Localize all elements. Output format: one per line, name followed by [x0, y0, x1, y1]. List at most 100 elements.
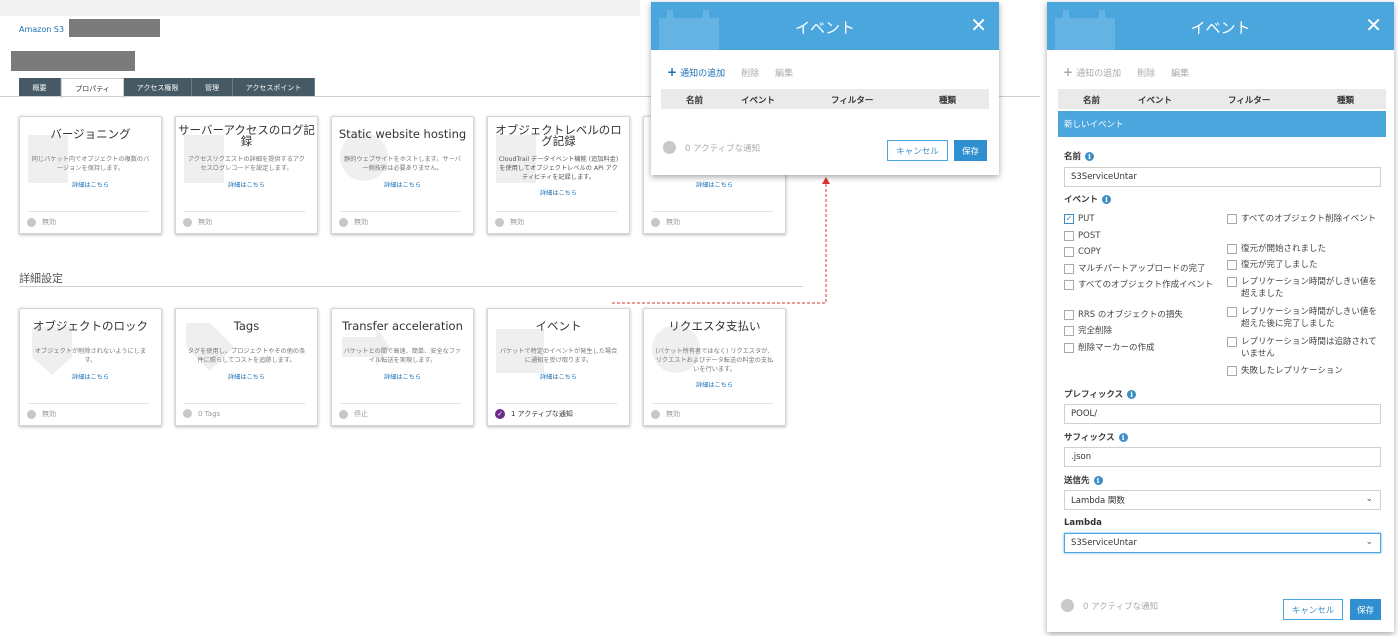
prefix-label: プレフィックス i	[1064, 388, 1137, 400]
save-button[interactable]: 保存	[954, 140, 987, 161]
event-checkbox-replication-not-tracked[interactable]: レプリケーション時間は追跡されていません	[1227, 336, 1380, 360]
column-filter: フィルター	[1228, 96, 1271, 106]
suffix-label: サフィックス i	[1064, 431, 1128, 443]
checkbox-label: POST	[1078, 231, 1101, 241]
lambda-label-text: Lambda	[1064, 518, 1102, 528]
status-dot-icon	[663, 141, 676, 154]
modal-header: イベント ✕	[1047, 2, 1394, 50]
checkbox-icon	[1064, 280, 1074, 290]
name-label: 名前 i	[1064, 150, 1095, 162]
checkbox-icon	[1064, 343, 1074, 353]
events-label: イベント i	[1064, 193, 1112, 205]
event-checkbox-post[interactable]: POST	[1064, 230, 1214, 242]
event-checkbox-restore-completed[interactable]: 復元が完了しました	[1227, 259, 1380, 271]
column-name: 名前	[686, 96, 704, 106]
destination-label-text: 送信先	[1064, 476, 1090, 486]
checkbox-label: すべてのオブジェクト削除イベント	[1241, 214, 1377, 224]
info-icon[interactable]: i	[1118, 432, 1128, 442]
event-checkbox-rrs-lost[interactable]: RRS のオブジェクトの損失	[1064, 309, 1214, 321]
add-notification-label: 通知の追加	[1076, 68, 1122, 79]
event-checkbox-permanent-delete[interactable]: 完全削除	[1064, 325, 1214, 337]
edit-button[interactable]: 編集	[1171, 66, 1189, 79]
checkbox-checked-icon: ✓	[1064, 214, 1074, 224]
plus-icon: +	[667, 65, 678, 79]
modal-toolbar: + 通知の追加 削除 編集	[1063, 65, 1189, 79]
checkbox-label: 失敗したレプリケーション	[1241, 366, 1343, 376]
event-checkbox-put[interactable]: ✓ PUT	[1064, 213, 1214, 225]
notifications-table-header: 名前 イベント フィルター 種類	[1058, 89, 1386, 109]
active-notifications: 0 アクティブな通知	[1061, 599, 1158, 612]
checkbox-label: 復元が完了しました	[1241, 260, 1318, 270]
event-checkbox-replication-threshold-exceeded[interactable]: レプリケーション時間がしきい値を超えました	[1227, 276, 1380, 300]
checkbox-label: レプリケーション時間は追跡されていません	[1241, 337, 1377, 359]
active-notifications-text: 0 アクティブな通知	[1083, 601, 1159, 612]
event-checkbox-copy[interactable]: COPY	[1064, 246, 1214, 258]
column-event: イベント	[1138, 96, 1173, 106]
modal-title: イベント	[794, 19, 855, 37]
checkbox-icon	[1227, 244, 1237, 254]
checkbox-icon	[1227, 366, 1237, 376]
lambda-select-value: S3ServiceUntar	[1071, 538, 1137, 548]
checkbox-icon	[1064, 264, 1074, 274]
checkbox-icon	[1064, 247, 1074, 257]
edit-button[interactable]: 編集	[775, 66, 793, 79]
checkbox-label: 復元が開始されました	[1241, 244, 1327, 254]
events-label-text: イベント	[1064, 195, 1099, 205]
delete-button[interactable]: 削除	[1137, 66, 1155, 79]
notifications-table-header: 名前 イベント フィルター 種類	[661, 89, 989, 109]
checkbox-icon	[1064, 310, 1074, 320]
info-icon[interactable]: i	[1102, 194, 1112, 204]
event-checkbox-replication-failed[interactable]: 失敗したレプリケーション	[1227, 365, 1380, 377]
delete-button[interactable]: 削除	[741, 66, 759, 79]
event-checkbox-all-delete[interactable]: すべてのオブジェクト削除イベント	[1227, 213, 1380, 225]
plus-icon: +	[1063, 65, 1074, 79]
suffix-field[interactable]: .json	[1064, 447, 1381, 467]
save-button[interactable]: 保存	[1350, 599, 1381, 620]
add-notification-label: 通知の追加	[680, 68, 726, 79]
checkbox-icon	[1064, 326, 1074, 336]
chevron-down-icon: ⌄	[1365, 494, 1373, 504]
status-dot-icon	[1061, 599, 1074, 612]
add-notification-button[interactable]: + 通知の追加	[667, 65, 725, 79]
checkbox-label: レプリケーション時間がしきい値を超えた後に完了しました	[1241, 307, 1377, 329]
active-notifications-text: 0 アクティブな通知	[685, 143, 761, 154]
column-event: イベント	[741, 96, 776, 106]
cancel-button[interactable]: キャンセル	[887, 140, 948, 161]
destination-select[interactable]: Lambda 関数 ⌄	[1064, 490, 1381, 510]
checkbox-label: すべてのオブジェクト作成イベント	[1078, 280, 1214, 290]
event-checkbox-delete-marker[interactable]: 削除マーカーの作成	[1064, 342, 1214, 354]
info-icon[interactable]: i	[1093, 475, 1103, 485]
event-checkbox-replication-completed-after-threshold[interactable]: レプリケーション時間がしきい値を超えた後に完了しました	[1227, 306, 1380, 330]
prefix-label-text: プレフィックス	[1064, 390, 1124, 400]
column-filter: フィルター	[831, 96, 874, 106]
checkbox-label: レプリケーション時間がしきい値を超えました	[1241, 277, 1377, 299]
event-checkbox-all-create[interactable]: すべてのオブジェクト作成イベント	[1064, 279, 1216, 291]
close-icon[interactable]: ✕	[970, 15, 987, 35]
cancel-button[interactable]: キャンセル	[1283, 599, 1343, 620]
column-name: 名前	[1083, 96, 1101, 106]
event-checkbox-multipart-complete[interactable]: マルチパートアップロードの完了	[1064, 263, 1219, 275]
name-label-text: 名前	[1064, 152, 1082, 162]
event-checkbox-restore-started[interactable]: 復元が開始されました	[1227, 243, 1380, 255]
lambda-label: Lambda	[1064, 518, 1102, 528]
checkbox-icon	[1227, 214, 1237, 224]
chevron-down-icon: ⌄	[1365, 537, 1373, 547]
info-icon[interactable]: i	[1127, 389, 1137, 399]
info-icon[interactable]: i	[1085, 151, 1095, 161]
active-notifications: 0 アクティブな通知	[663, 141, 760, 154]
checkbox-label: 削除マーカーの作成	[1078, 343, 1155, 353]
suffix-label-text: サフィックス	[1064, 433, 1115, 443]
prefix-field[interactable]: POOL/	[1064, 404, 1381, 424]
checkbox-label: 完全削除	[1078, 326, 1113, 336]
lambda-select[interactable]: S3ServiceUntar ⌄	[1064, 533, 1381, 553]
checkbox-label: RRS のオブジェクトの損失	[1078, 310, 1183, 320]
checkbox-icon	[1227, 307, 1237, 317]
checkbox-label: COPY	[1078, 247, 1101, 257]
new-event-row[interactable]: 新しいイベント	[1058, 111, 1386, 137]
modal-toolbar: + 通知の追加 削除 編集	[667, 65, 793, 79]
name-field[interactable]: S3ServiceUntar	[1064, 167, 1381, 187]
column-type: 種類	[939, 96, 957, 106]
modal-header: イベント ✕	[651, 2, 999, 50]
close-icon[interactable]: ✕	[1365, 15, 1382, 35]
add-notification-button[interactable]: + 通知の追加	[1063, 65, 1121, 79]
